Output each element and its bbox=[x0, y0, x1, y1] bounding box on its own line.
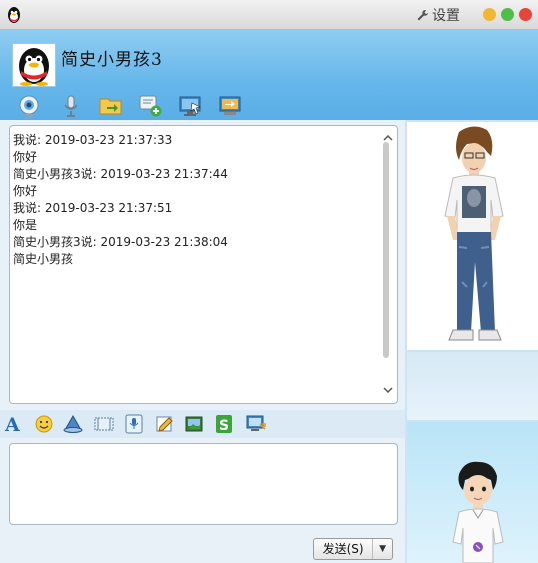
chat-pane: 我说: 2019-03-23 21:37:33 你好 简史小男孩3说: 2019… bbox=[0, 120, 405, 563]
contact-name: 简史小男孩3 bbox=[61, 50, 163, 70]
send-button[interactable]: 发送(S) ▼ bbox=[313, 538, 393, 560]
screenshot-icon[interactable] bbox=[93, 413, 115, 435]
my-character-image bbox=[452, 461, 504, 563]
screen-capture-icon[interactable] bbox=[245, 413, 267, 435]
shake-icon[interactable] bbox=[62, 413, 84, 435]
minimize-button[interactable] bbox=[483, 8, 496, 21]
send-options-dropdown[interactable]: ▼ bbox=[373, 539, 392, 559]
show-panel bbox=[405, 120, 538, 563]
message-line: 简史小男孩3说: 2019-03-23 21:38:04 bbox=[13, 235, 228, 249]
message-line: 你好 bbox=[13, 184, 38, 198]
svg-text:S: S bbox=[219, 418, 229, 434]
voice-message-icon[interactable] bbox=[123, 413, 145, 435]
scroll-thumb[interactable] bbox=[383, 142, 389, 358]
message-list: 我说: 2019-03-23 21:37:33 你好 简史小男孩3说: 2019… bbox=[13, 132, 373, 268]
contact-character-image bbox=[444, 126, 504, 341]
graffiti-icon[interactable] bbox=[154, 413, 176, 435]
emoji-icon[interactable] bbox=[33, 413, 55, 435]
image-icon[interactable] bbox=[183, 413, 205, 435]
music-icon[interactable]: S bbox=[213, 413, 235, 435]
remote-assist-icon[interactable] bbox=[178, 94, 204, 118]
message-line: 你是 bbox=[13, 218, 38, 232]
settings-label: 设置 bbox=[432, 8, 460, 24]
show-divider bbox=[407, 352, 538, 420]
send-bar: 发送(S) ▼ bbox=[0, 532, 405, 563]
add-group-icon[interactable] bbox=[138, 94, 164, 118]
format-toolbar: A S bbox=[0, 410, 405, 438]
message-scrollbar[interactable] bbox=[380, 128, 396, 400]
svg-text:A: A bbox=[4, 414, 20, 435]
wrench-icon bbox=[417, 9, 428, 20]
settings-button[interactable]: 设置 bbox=[416, 6, 460, 24]
message-line: 简史小男孩 bbox=[13, 252, 74, 266]
file-transfer-icon[interactable] bbox=[98, 94, 124, 118]
screen-share-icon[interactable] bbox=[218, 94, 244, 118]
voice-call-icon[interactable] bbox=[58, 94, 84, 118]
chevron-down-icon[interactable] bbox=[382, 384, 394, 396]
message-input[interactable] bbox=[9, 443, 398, 525]
message-line: 简史小男孩3说: 2019-03-23 21:37:44 bbox=[13, 167, 228, 181]
qq-logo-icon bbox=[8, 7, 20, 23]
title-bar[interactable]: 设置 bbox=[0, 0, 538, 30]
message-history[interactable]: 我说: 2019-03-23 21:37:33 你好 简史小男孩3说: 2019… bbox=[9, 125, 398, 404]
send-label: 发送(S) bbox=[314, 539, 374, 559]
close-button[interactable] bbox=[519, 8, 532, 21]
chat-header: 简史小男孩3 bbox=[0, 30, 538, 120]
maximize-button[interactable] bbox=[501, 8, 514, 21]
message-line: 你好 bbox=[13, 150, 38, 164]
contact-show bbox=[407, 122, 538, 350]
chat-window: 设置 简史小男孩3 我说: 2019-03-23 21:37:33 你好 简史小… bbox=[0, 0, 538, 563]
font-icon[interactable]: A bbox=[4, 413, 26, 435]
message-line: 我说: 2019-03-23 21:37:33 bbox=[13, 133, 173, 147]
video-call-icon[interactable] bbox=[16, 94, 42, 118]
penguin-avatar-icon bbox=[19, 48, 49, 86]
message-line: 我说: 2019-03-23 21:37:51 bbox=[13, 201, 173, 215]
contact-avatar[interactable] bbox=[12, 43, 56, 87]
my-show bbox=[407, 422, 538, 563]
